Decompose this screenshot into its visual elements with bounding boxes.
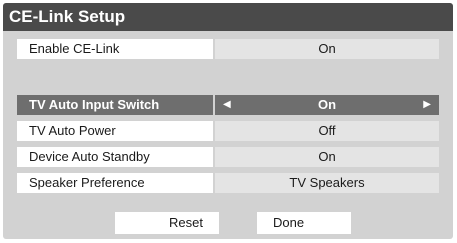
enable-ce-link-row[interactable]: Enable CE-Link On [17,39,439,59]
speaker-preference-label: Speaker Preference [17,173,213,193]
enable-ce-link-label: Enable CE-Link [17,39,213,59]
triangle-right-icon[interactable]: ▶ [423,95,431,115]
speaker-preference-row[interactable]: Speaker Preference TV Speakers [17,173,439,193]
tv-auto-input-switch-row[interactable]: TV Auto Input Switch ◀ On ▶ [17,95,439,115]
reset-button[interactable]: Reset [115,212,219,234]
tv-auto-power-row[interactable]: TV Auto Power Off [17,121,439,141]
done-button[interactable]: Done [257,212,351,234]
device-auto-standby-row[interactable]: Device Auto Standby On [17,147,439,167]
tv-auto-input-switch-value[interactable]: ◀ On ▶ [215,95,439,115]
device-auto-standby-label: Device Auto Standby [17,147,213,167]
tv-auto-input-switch-value-text: On [317,97,337,112]
title-bar: CE-Link Setup [3,3,453,31]
device-auto-standby-value[interactable]: On [215,147,439,167]
ce-link-setup-dialog: CE-Link Setup Enable CE-Link On TV Auto … [3,3,453,239]
tv-auto-input-switch-label: TV Auto Input Switch [17,95,213,115]
speaker-preference-value[interactable]: TV Speakers [215,173,439,193]
dialog-title: CE-Link Setup [9,7,126,26]
tv-auto-power-label: TV Auto Power [17,121,213,141]
tv-auto-power-value[interactable]: Off [215,121,439,141]
triangle-left-icon[interactable]: ◀ [223,95,231,115]
enable-ce-link-value[interactable]: On [215,39,439,59]
